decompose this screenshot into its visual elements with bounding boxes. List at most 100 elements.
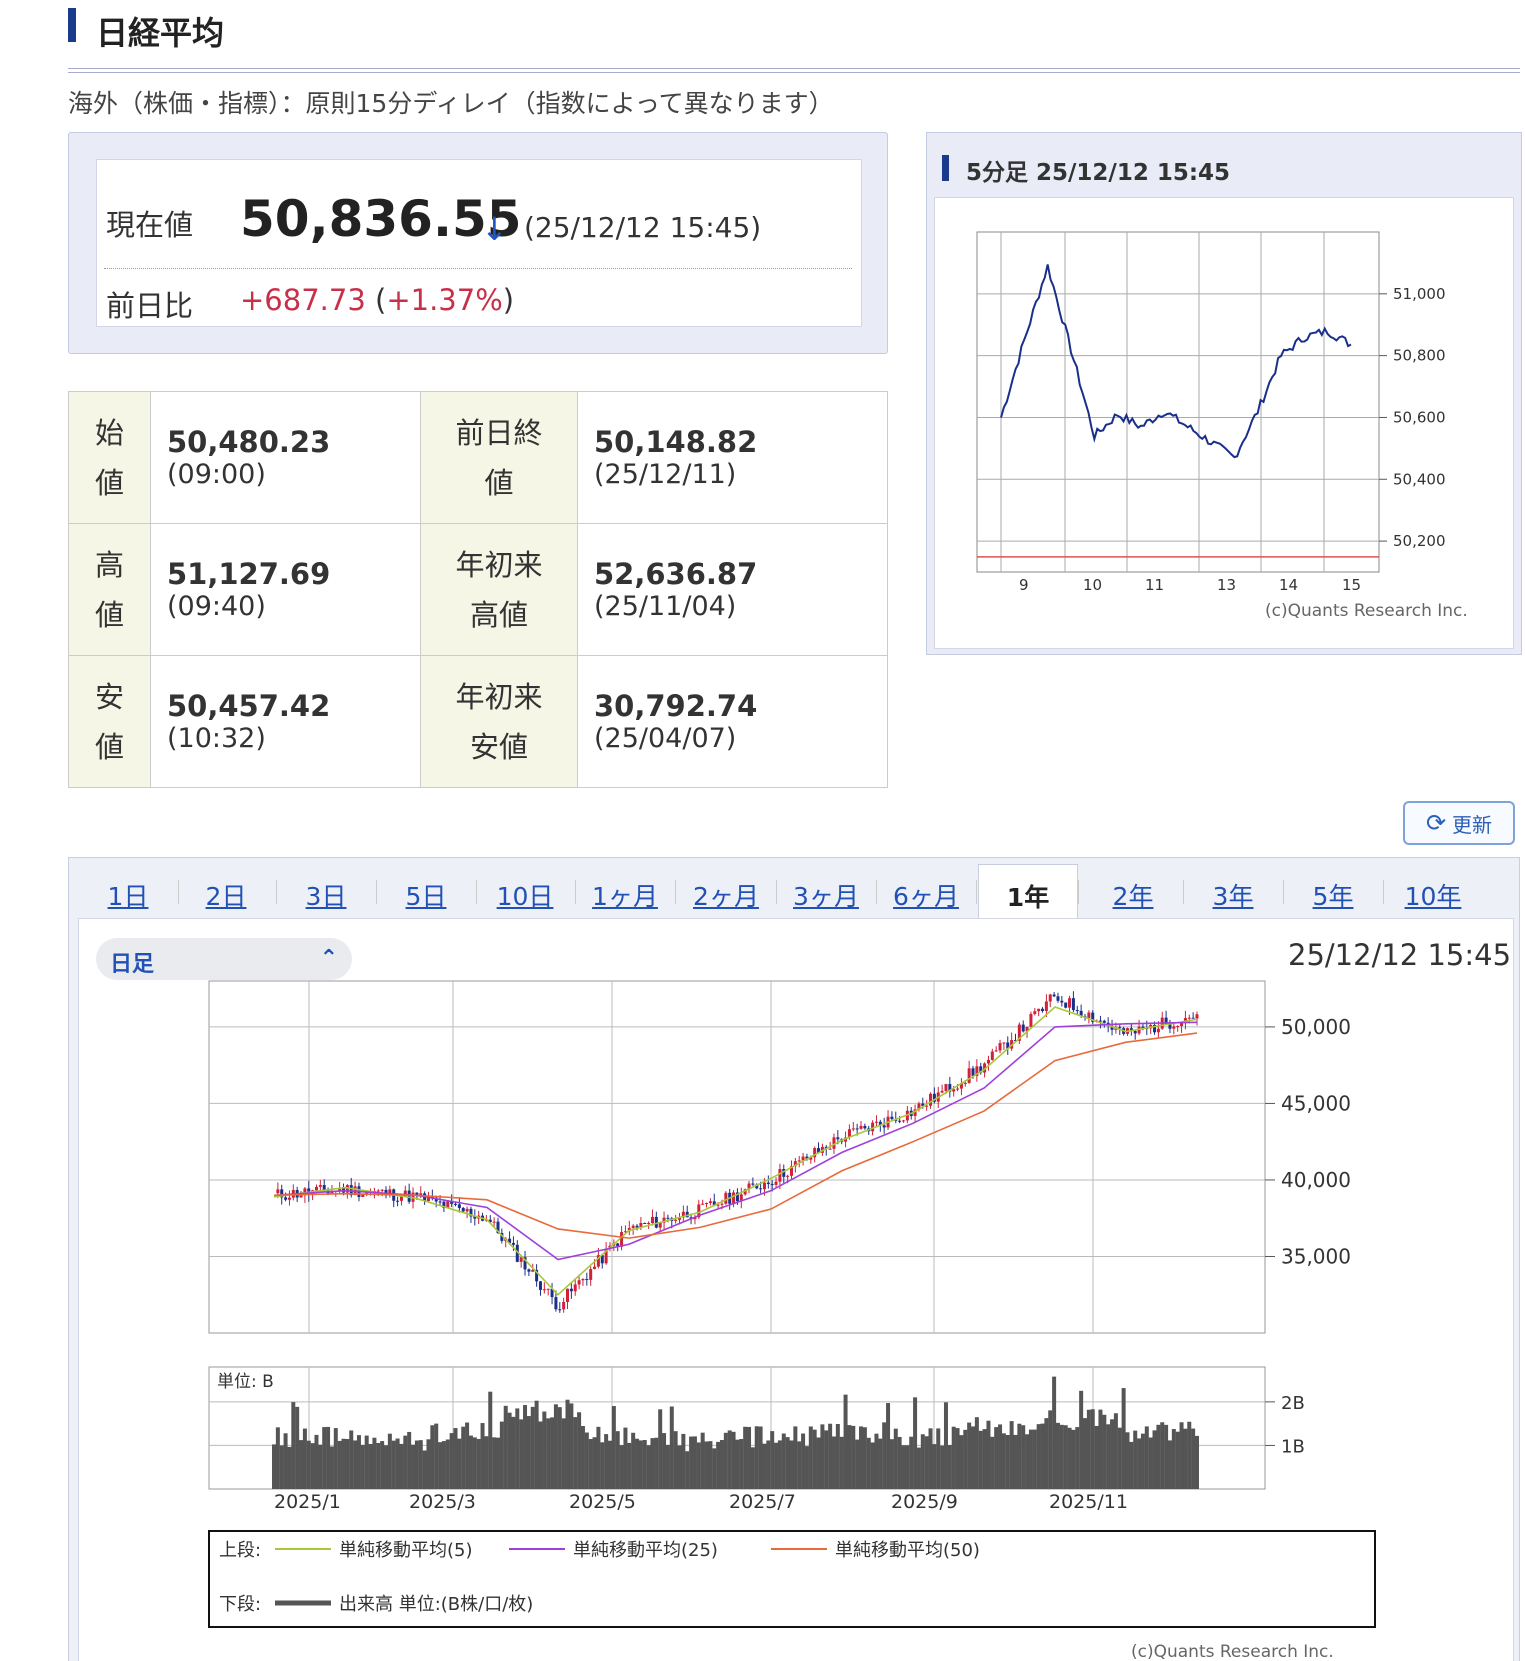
volume-bar bbox=[862, 1427, 867, 1489]
candle-body bbox=[944, 1084, 948, 1091]
volume-bar bbox=[820, 1424, 825, 1489]
volume-bar bbox=[534, 1400, 539, 1489]
volume-bar bbox=[739, 1439, 744, 1489]
tab-12[interactable]: 5年 bbox=[1283, 877, 1383, 913]
volume-bar bbox=[758, 1426, 763, 1489]
chevron-updown-icon: ⌃ bbox=[319, 946, 338, 971]
candle-body bbox=[407, 1190, 411, 1202]
volume-bar bbox=[611, 1406, 616, 1489]
candle-body bbox=[666, 1217, 670, 1219]
stat-value-high: 51,127.69 (09:40) bbox=[150, 523, 421, 656]
volume-bar bbox=[1036, 1424, 1041, 1489]
candle-body bbox=[527, 1269, 531, 1272]
volume-bar bbox=[445, 1439, 450, 1489]
candle-body bbox=[724, 1192, 728, 1204]
tab-0[interactable]: 1日 bbox=[78, 877, 178, 913]
tab-1[interactable]: 2日 bbox=[176, 877, 276, 913]
volume-bar bbox=[770, 1431, 775, 1489]
volume-bar bbox=[1175, 1431, 1180, 1489]
tab-11[interactable]: 3年 bbox=[1183, 877, 1283, 913]
tab-2[interactable]: 3日 bbox=[276, 877, 376, 913]
volume-bar bbox=[565, 1399, 570, 1489]
candle-body bbox=[554, 1297, 558, 1310]
candle-body bbox=[874, 1121, 878, 1123]
volume-bar bbox=[306, 1440, 311, 1489]
candle-body bbox=[1172, 1026, 1176, 1029]
volume-bar bbox=[905, 1445, 910, 1489]
volume-bar bbox=[870, 1442, 875, 1489]
tab-8[interactable]: 6ヶ月 bbox=[876, 877, 976, 913]
volume-bar bbox=[341, 1438, 346, 1489]
update-button[interactable]: ⟳ 更新 bbox=[1403, 801, 1515, 845]
stat-value-ytd-low: 30,792.74 (25/04/07) bbox=[577, 655, 888, 788]
tab-6[interactable]: 2ヶ月 bbox=[676, 877, 776, 913]
candle-body bbox=[1133, 1031, 1137, 1034]
volume-bar bbox=[1094, 1425, 1099, 1489]
candle-body bbox=[1087, 1012, 1091, 1018]
volume-bar bbox=[1156, 1424, 1161, 1489]
candle-body bbox=[956, 1088, 960, 1090]
volume-bar bbox=[1028, 1429, 1033, 1489]
volume-bar bbox=[519, 1419, 524, 1489]
tab-10[interactable]: 2年 bbox=[1083, 877, 1183, 913]
volume-bar bbox=[387, 1433, 392, 1489]
candle-body bbox=[1191, 1017, 1195, 1019]
candle-body bbox=[1075, 1010, 1079, 1012]
volume-bar bbox=[1067, 1427, 1072, 1489]
volume-bar bbox=[538, 1421, 543, 1489]
candle-body bbox=[287, 1197, 291, 1200]
volume-bar bbox=[943, 1402, 948, 1489]
candle-body bbox=[1168, 1024, 1172, 1029]
candle-body bbox=[581, 1278, 585, 1281]
candle-body bbox=[1176, 1025, 1180, 1027]
tab-4[interactable]: 10日 bbox=[475, 877, 575, 913]
candle-body bbox=[457, 1204, 461, 1208]
main-ytick-label: 50,000 bbox=[1281, 1015, 1351, 1039]
tab-9[interactable]: 1年 bbox=[978, 864, 1078, 918]
candle-body bbox=[654, 1216, 658, 1228]
candle-body bbox=[759, 1188, 763, 1190]
candle-body bbox=[643, 1223, 647, 1225]
stat-label-low: 安値 bbox=[68, 655, 151, 788]
main-ytick-label: 40,000 bbox=[1281, 1168, 1351, 1192]
volume-bar bbox=[495, 1437, 500, 1489]
volume-bar bbox=[716, 1441, 721, 1489]
candle-body bbox=[963, 1082, 967, 1084]
stat-value-low: 50,457.42 (10:32) bbox=[150, 655, 421, 788]
volume-bar bbox=[831, 1436, 836, 1489]
volume-bar bbox=[1048, 1410, 1053, 1489]
candle-body bbox=[461, 1207, 465, 1212]
tab-13[interactable]: 10年 bbox=[1383, 877, 1483, 913]
volume-bar bbox=[1044, 1418, 1049, 1489]
legend: 上段: 単純移動平均(5) 単純移動平均(25) 単純移動平均(50) 下段: 出来高 単… bbox=[208, 1530, 1376, 1628]
candle-body bbox=[990, 1051, 994, 1060]
volume-bar bbox=[762, 1443, 767, 1489]
volume-bar bbox=[909, 1436, 914, 1489]
period-select[interactable]: 日足 ⌃ bbox=[96, 938, 352, 980]
volume-bar bbox=[287, 1446, 292, 1489]
candle-body bbox=[562, 1301, 566, 1310]
volume-bar bbox=[449, 1433, 454, 1489]
candle-body bbox=[1195, 1014, 1199, 1019]
volume-bar bbox=[743, 1426, 748, 1489]
candle-body bbox=[967, 1068, 971, 1083]
volume-bar bbox=[472, 1437, 477, 1489]
volume-bar bbox=[1025, 1434, 1030, 1489]
candle-body bbox=[585, 1278, 589, 1280]
candle-body bbox=[318, 1185, 322, 1187]
candle-body bbox=[577, 1280, 581, 1285]
volume-bar bbox=[951, 1426, 956, 1489]
volume-bar bbox=[712, 1448, 717, 1489]
main-ytick-label: 35,000 bbox=[1281, 1244, 1351, 1268]
intraday-credit: (c)Quants Research Inc. bbox=[1265, 601, 1468, 621]
volume-bar bbox=[878, 1438, 883, 1489]
tab-5[interactable]: 1ヶ月 bbox=[575, 877, 675, 913]
volume-bar bbox=[723, 1432, 728, 1489]
volume-bar bbox=[708, 1441, 713, 1489]
volume-bar bbox=[627, 1442, 632, 1489]
tab-3[interactable]: 5日 bbox=[376, 877, 476, 913]
volume-bar bbox=[1040, 1423, 1045, 1489]
tab-7[interactable]: 3ヶ月 bbox=[776, 877, 876, 913]
volume-bar bbox=[553, 1404, 558, 1489]
volume-bar bbox=[994, 1427, 999, 1489]
